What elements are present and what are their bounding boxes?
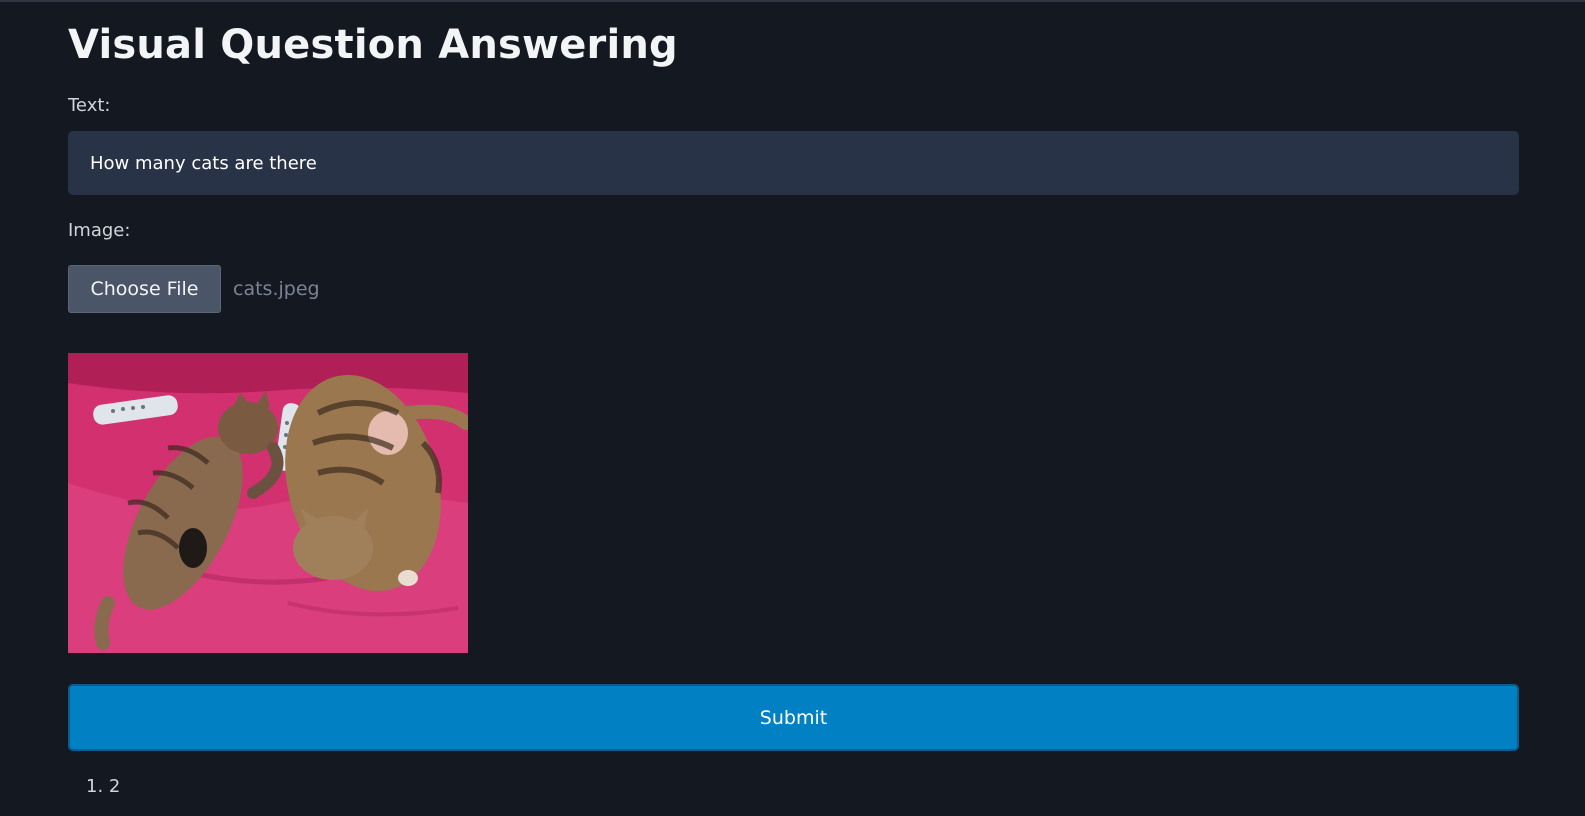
top-border <box>0 0 1585 2</box>
answer-list: 1. 2 <box>86 776 120 797</box>
image-label: Image: <box>68 220 131 241</box>
file-picker: Choose File cats.jpeg <box>68 265 320 313</box>
question-input[interactable] <box>68 131 1519 195</box>
submit-button[interactable]: Submit <box>68 684 1519 751</box>
page-title: Visual Question Answering <box>68 22 678 68</box>
cats-photo <box>68 353 468 653</box>
choose-file-button[interactable]: Choose File <box>68 265 221 313</box>
text-label: Text: <box>68 95 111 116</box>
image-preview <box>68 353 468 653</box>
answer-item: 1. 2 <box>86 776 121 797</box>
selected-file-name: cats.jpeg <box>233 278 320 300</box>
